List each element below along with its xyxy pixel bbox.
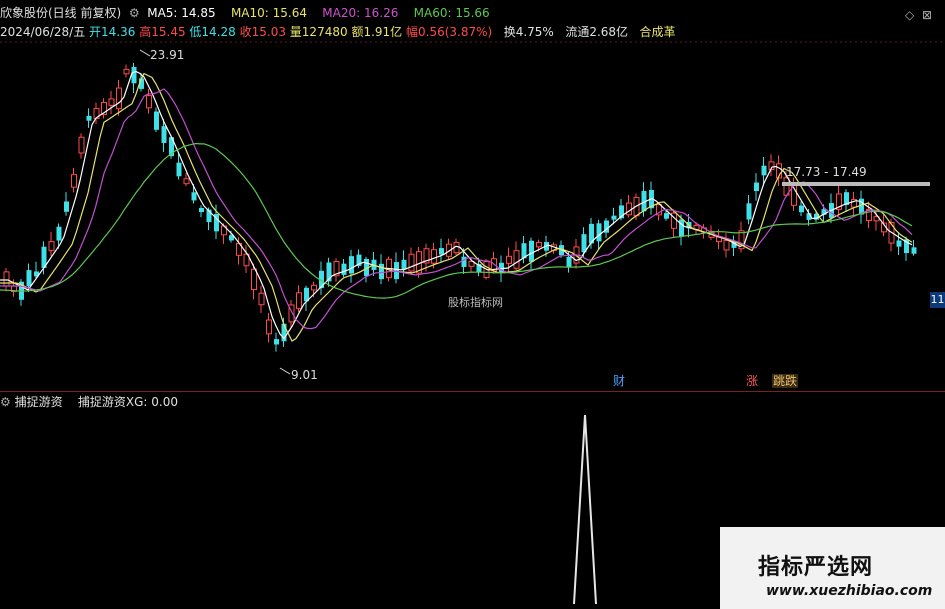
candle (626, 202, 632, 216)
candle (26, 270, 32, 287)
candle (251, 268, 257, 291)
candle (754, 182, 759, 192)
candle (536, 242, 542, 248)
candle (131, 66, 137, 84)
candle (86, 115, 92, 121)
event-tag-lidie[interactable]: 跳跌 (772, 374, 799, 388)
candle (761, 165, 767, 176)
candle (341, 263, 347, 275)
candle (566, 256, 572, 267)
candle (431, 249, 437, 264)
candle (349, 256, 354, 274)
candle (176, 162, 182, 177)
candle (401, 259, 407, 270)
candle (439, 248, 444, 255)
candle (311, 284, 317, 291)
candle (799, 205, 804, 213)
candle (664, 213, 669, 219)
right-edge-price-tag: 11 (930, 292, 945, 308)
low-price-label: 9.01 (291, 368, 318, 382)
watermark-url: www.xuezhibiao.com (766, 583, 933, 599)
event-tag-zhang[interactable]: 涨 (745, 374, 759, 388)
watermark-title: 指标严选网 (758, 555, 874, 580)
candle (408, 253, 415, 272)
ma-line (0, 88, 913, 330)
candle (911, 247, 917, 254)
candle (746, 203, 752, 220)
candle (581, 234, 587, 253)
candle (161, 126, 167, 143)
candle (513, 250, 520, 269)
peak-price-label: 23.91 (150, 48, 185, 62)
candle (48, 241, 55, 252)
candle (896, 240, 902, 247)
indicator-name[interactable]: 捕捉游资 (15, 395, 63, 409)
candle (258, 292, 265, 306)
candle (296, 292, 302, 310)
event-tag-cai[interactable]: 财 (612, 374, 626, 388)
candle (379, 263, 384, 280)
candle (529, 240, 534, 262)
candle (71, 174, 77, 188)
panel-separator (0, 391, 945, 392)
candle (64, 201, 69, 212)
range-label: 17.73 - 17.49 (786, 165, 867, 179)
candle (506, 255, 512, 264)
indicator-spike (573, 414, 597, 605)
candle (596, 223, 602, 242)
site-watermark: 指标严选网 www.xuezhibiao.com (720, 527, 945, 609)
candle (154, 111, 159, 130)
candle (56, 226, 62, 241)
indicator-settings-icon[interactable]: ⚙ (0, 395, 11, 409)
indicator-series-label: 捕捉游资XG: 0.00 (77, 395, 179, 409)
candle (611, 215, 617, 220)
indicator-header: ⚙ 捕捉游资 捕捉游资XG: 0.00 (0, 395, 178, 409)
candle (461, 256, 467, 267)
candle (78, 136, 85, 154)
candle (191, 192, 197, 201)
candle (116, 87, 122, 110)
candle (183, 178, 190, 185)
candle (266, 319, 272, 335)
candle (3, 271, 10, 287)
candle (108, 98, 115, 106)
candle (274, 339, 279, 345)
candle (199, 207, 204, 213)
candle (123, 68, 130, 75)
candle (723, 239, 730, 251)
candle (146, 95, 152, 109)
mid-watermark: 股标指标网 (448, 296, 503, 309)
